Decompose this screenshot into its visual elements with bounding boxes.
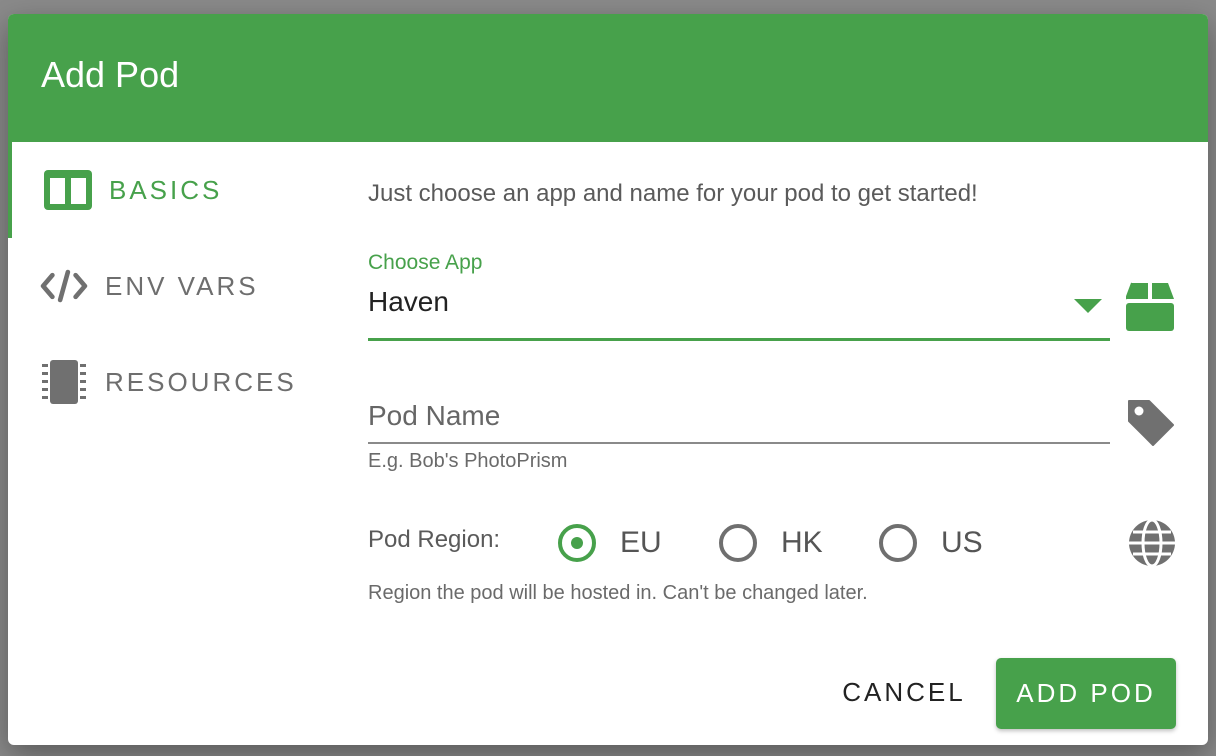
sidebar-item-label: RESOURCES <box>105 366 297 397</box>
add-pod-button[interactable]: ADD POD <box>996 658 1176 729</box>
radio-checked-icon <box>558 524 596 562</box>
sidebar-item-env-vars[interactable]: ENV VARS <box>8 238 338 334</box>
intro-text: Just choose an app and name for your pod… <box>368 180 978 207</box>
radio-label: HK <box>781 526 823 559</box>
radio-label: US <box>941 526 983 559</box>
pod-name-input[interactable] <box>368 396 1110 436</box>
tag-icon <box>1124 396 1176 448</box>
region-radio-hk[interactable]: HK <box>719 519 823 567</box>
region-radio-us[interactable]: US <box>879 519 983 567</box>
pod-name-hint: E.g. Bob's PhotoPrism <box>368 450 568 472</box>
pod-region-hint: Region the pod will be hosted in. Can't … <box>368 582 868 604</box>
pod-name-field[interactable] <box>368 396 1110 444</box>
sidebar-item-label: ENV VARS <box>105 270 259 301</box>
chip-icon <box>40 358 88 406</box>
dialog-title: Add Pod <box>41 54 180 95</box>
sidebar-item-label: BASICS <box>109 174 223 205</box>
pod-region-label: Pod Region: <box>368 526 501 553</box>
dialog-header: Add Pod <box>8 14 1208 142</box>
choose-app-select[interactable]: Haven <box>368 282 1110 341</box>
choose-app-label: Choose App <box>368 251 483 274</box>
radio-label: EU <box>620 526 662 559</box>
columns-icon <box>44 166 92 214</box>
radio-unchecked-icon <box>719 524 757 562</box>
choose-app-value: Haven <box>368 286 449 317</box>
add-pod-dialog: Add Pod BASICS ENV VARS RESOURCES Just c… <box>8 14 1208 745</box>
chevron-down-icon <box>1074 299 1102 313</box>
region-radio-eu[interactable]: EU <box>558 519 662 567</box>
package-icon <box>1124 280 1176 332</box>
sidebar-item-basics[interactable]: BASICS <box>8 142 342 238</box>
cancel-button[interactable]: CANCEL <box>816 660 992 724</box>
code-icon <box>40 262 88 310</box>
sidebar-item-resources[interactable]: RESOURCES <box>8 334 338 430</box>
radio-unchecked-icon <box>879 524 917 562</box>
globe-icon <box>1126 517 1178 569</box>
